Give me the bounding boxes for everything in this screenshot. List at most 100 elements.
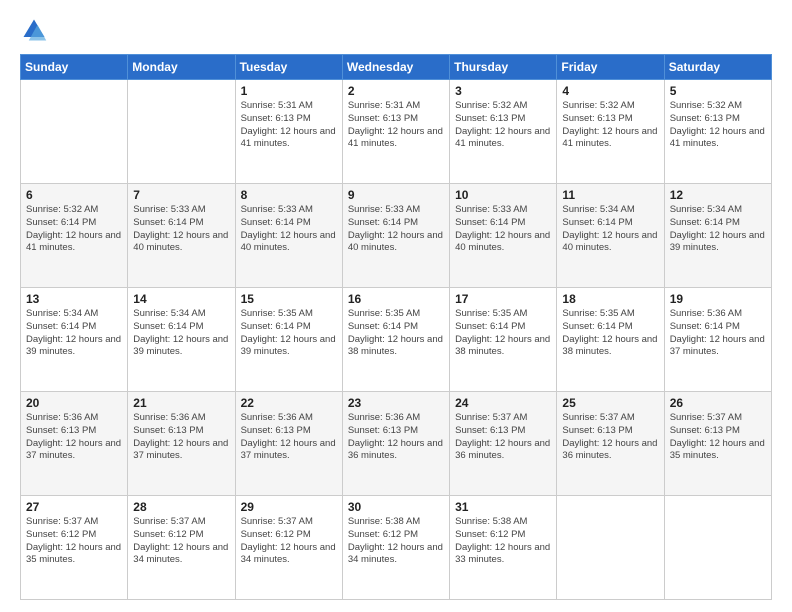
calendar-day-cell: 21Sunrise: 5:36 AM Sunset: 6:13 PM Dayli… [128,392,235,496]
calendar-header-cell: Monday [128,55,235,80]
day-info: Sunrise: 5:36 AM Sunset: 6:14 PM Dayligh… [670,308,766,359]
day-info: Sunrise: 5:37 AM Sunset: 6:12 PM Dayligh… [241,516,337,567]
calendar-day-cell: 7 Sunrise: 5:33 AM Sunset: 6:14 PM Daylig… [128,184,235,288]
calendar-day-cell: 9 Sunrise: 5:33 AM Sunset: 6:14 PM Daylig… [342,184,449,288]
calendar-day-cell: 30Sunrise: 5:38 AM Sunset: 6:12 PM Dayli… [342,496,449,600]
day-number: 8 [241,188,337,202]
day-number: 2 [348,84,444,98]
day-number: 5 [670,84,766,98]
day-info: Sunrise: 5:37 AM Sunset: 6:12 PM Dayligh… [133,516,229,567]
calendar-day-cell: 4 Sunrise: 5:32 AM Sunset: 6:13 PM Daylig… [557,80,664,184]
day-info: Sunrise: 5:38 AM Sunset: 6:12 PM Dayligh… [348,516,444,567]
day-info: Sunrise: 5:37 AM Sunset: 6:13 PM Dayligh… [670,412,766,463]
day-info: Sunrise: 5:33 AM Sunset: 6:14 PM Dayligh… [133,204,229,255]
day-info: Sunrise: 5:34 AM Sunset: 6:14 PM Dayligh… [670,204,766,255]
calendar-week-row: 27 Sunrise: 5:37 AM Sunset: 6:12 PM Dayli… [21,496,772,600]
day-info: Sunrise: 5:37 AM Sunset: 6:13 PM Dayligh… [562,412,658,463]
calendar-day-cell: 1Sunrise: 5:31 AM Sunset: 6:13 PM Daylig… [235,80,342,184]
calendar-day-cell: 18 Sunrise: 5:35 AM Sunset: 6:14 PM Dayli… [557,288,664,392]
calendar-week-row: 6 Sunrise: 5:32 AM Sunset: 6:14 PM Daylig… [21,184,772,288]
calendar-week-row: 13 Sunrise: 5:34 AM Sunset: 6:14 PM Dayli… [21,288,772,392]
calendar-day-cell: 29Sunrise: 5:37 AM Sunset: 6:12 PM Dayli… [235,496,342,600]
day-info: Sunrise: 5:38 AM Sunset: 6:12 PM Dayligh… [455,516,551,567]
day-number: 23 [348,396,444,410]
day-number: 4 [562,84,658,98]
day-info: Sunrise: 5:32 AM Sunset: 6:13 PM Dayligh… [562,100,658,151]
day-info: Sunrise: 5:33 AM Sunset: 6:14 PM Dayligh… [455,204,551,255]
day-info: Sunrise: 5:37 AM Sunset: 6:13 PM Dayligh… [455,412,551,463]
day-info: Sunrise: 5:34 AM Sunset: 6:14 PM Dayligh… [133,308,229,359]
calendar-header-row: SundayMondayTuesdayWednesdayThursdayFrid… [21,55,772,80]
calendar-day-cell: 17 Sunrise: 5:35 AM Sunset: 6:14 PM Dayli… [450,288,557,392]
day-number: 31 [455,500,551,514]
day-number: 18 [562,292,658,306]
calendar-day-cell: 13 Sunrise: 5:34 AM Sunset: 6:14 PM Dayli… [21,288,128,392]
day-number: 13 [26,292,122,306]
day-info: Sunrise: 5:34 AM Sunset: 6:14 PM Dayligh… [26,308,122,359]
calendar-day-cell [664,496,771,600]
day-info: Sunrise: 5:36 AM Sunset: 6:13 PM Dayligh… [241,412,337,463]
calendar-day-cell: 15 Sunrise: 5:35 AM Sunset: 6:14 PM Dayli… [235,288,342,392]
logo-icon [20,16,48,44]
day-number: 12 [670,188,766,202]
calendar-day-cell: 20 Sunrise: 5:36 AM Sunset: 6:13 PM Dayli… [21,392,128,496]
calendar-body: 1Sunrise: 5:31 AM Sunset: 6:13 PM Daylig… [21,80,772,600]
calendar-day-cell: 6 Sunrise: 5:32 AM Sunset: 6:14 PM Daylig… [21,184,128,288]
day-info: Sunrise: 5:35 AM Sunset: 6:14 PM Dayligh… [241,308,337,359]
day-number: 20 [26,396,122,410]
calendar-header: SundayMondayTuesdayWednesdayThursdayFrid… [21,55,772,80]
day-info: Sunrise: 5:34 AM Sunset: 6:14 PM Dayligh… [562,204,658,255]
calendar-header-cell: Friday [557,55,664,80]
calendar-day-cell: 5 Sunrise: 5:32 AM Sunset: 6:13 PM Daylig… [664,80,771,184]
day-info: Sunrise: 5:33 AM Sunset: 6:14 PM Dayligh… [348,204,444,255]
day-number: 27 [26,500,122,514]
day-info: Sunrise: 5:31 AM Sunset: 6:13 PM Dayligh… [348,100,444,151]
page: SundayMondayTuesdayWednesdayThursdayFrid… [0,0,792,612]
day-number: 15 [241,292,337,306]
day-info: Sunrise: 5:32 AM Sunset: 6:13 PM Dayligh… [455,100,551,151]
day-number: 7 [133,188,229,202]
calendar-day-cell [21,80,128,184]
day-number: 19 [670,292,766,306]
calendar-header-cell: Thursday [450,55,557,80]
day-number: 10 [455,188,551,202]
calendar-day-cell: 2 Sunrise: 5:31 AM Sunset: 6:13 PM Daylig… [342,80,449,184]
calendar-day-cell [128,80,235,184]
day-number: 3 [455,84,551,98]
day-number: 11 [562,188,658,202]
calendar-day-cell: 24Sunrise: 5:37 AM Sunset: 6:13 PM Dayli… [450,392,557,496]
calendar-day-cell [557,496,664,600]
header [20,16,772,44]
day-info: Sunrise: 5:36 AM Sunset: 6:13 PM Dayligh… [26,412,122,463]
calendar-header-cell: Saturday [664,55,771,80]
day-number: 9 [348,188,444,202]
calendar-day-cell: 28Sunrise: 5:37 AM Sunset: 6:12 PM Dayli… [128,496,235,600]
day-number: 6 [26,188,122,202]
day-info: Sunrise: 5:37 AM Sunset: 6:12 PM Dayligh… [26,516,122,567]
day-info: Sunrise: 5:35 AM Sunset: 6:14 PM Dayligh… [455,308,551,359]
calendar-day-cell: 31 Sunrise: 5:38 AM Sunset: 6:12 PM Dayli… [450,496,557,600]
day-info: Sunrise: 5:35 AM Sunset: 6:14 PM Dayligh… [348,308,444,359]
day-info: Sunrise: 5:32 AM Sunset: 6:13 PM Dayligh… [670,100,766,151]
calendar-day-cell: 16 Sunrise: 5:35 AM Sunset: 6:14 PM Dayli… [342,288,449,392]
calendar-week-row: 20 Sunrise: 5:36 AM Sunset: 6:13 PM Dayli… [21,392,772,496]
calendar-day-cell: 8Sunrise: 5:33 AM Sunset: 6:14 PM Daylig… [235,184,342,288]
day-number: 22 [241,396,337,410]
calendar-day-cell: 10 Sunrise: 5:33 AM Sunset: 6:14 PM Dayli… [450,184,557,288]
calendar-day-cell: 26Sunrise: 5:37 AM Sunset: 6:13 PM Dayli… [664,392,771,496]
day-number: 17 [455,292,551,306]
day-info: Sunrise: 5:35 AM Sunset: 6:14 PM Dayligh… [562,308,658,359]
calendar-day-cell: 27 Sunrise: 5:37 AM Sunset: 6:12 PM Dayli… [21,496,128,600]
calendar-header-cell: Wednesday [342,55,449,80]
day-info: Sunrise: 5:32 AM Sunset: 6:14 PM Dayligh… [26,204,122,255]
logo [20,16,52,44]
day-number: 25 [562,396,658,410]
calendar-day-cell: 22 Sunrise: 5:36 AM Sunset: 6:13 PM Dayli… [235,392,342,496]
calendar-header-cell: Tuesday [235,55,342,80]
day-info: Sunrise: 5:31 AM Sunset: 6:13 PM Dayligh… [241,100,337,151]
day-number: 21 [133,396,229,410]
day-number: 14 [133,292,229,306]
calendar-day-cell: 3 Sunrise: 5:32 AM Sunset: 6:13 PM Daylig… [450,80,557,184]
calendar-week-row: 1Sunrise: 5:31 AM Sunset: 6:13 PM Daylig… [21,80,772,184]
day-number: 16 [348,292,444,306]
